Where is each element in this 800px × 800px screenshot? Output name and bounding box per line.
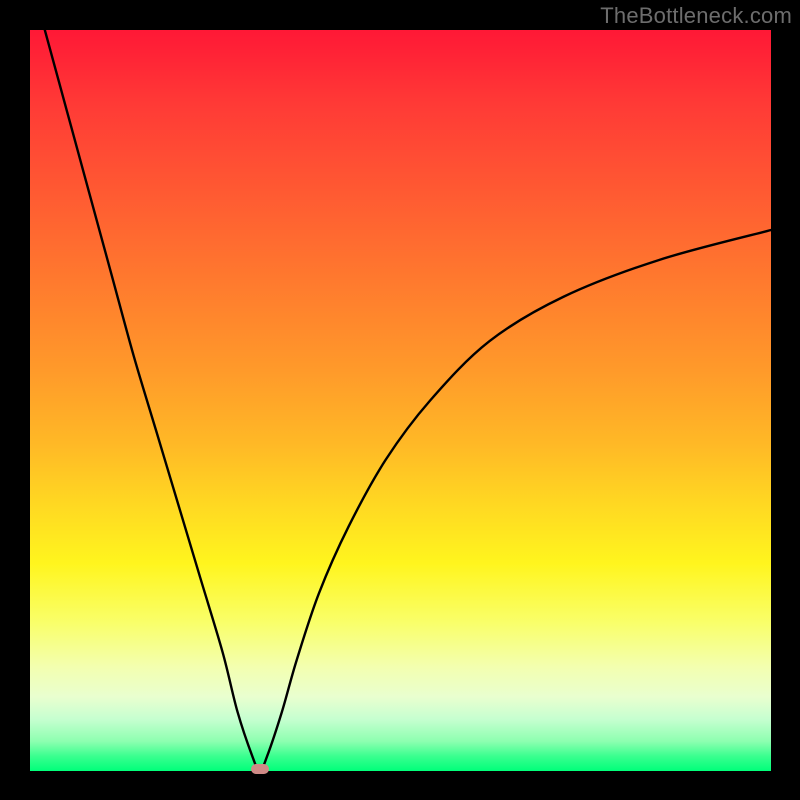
curve-minimum-marker — [251, 764, 269, 774]
plot-area — [30, 30, 771, 771]
bottleneck-curve — [30, 30, 771, 771]
watermark-text: TheBottleneck.com — [600, 3, 792, 29]
chart-frame: TheBottleneck.com — [0, 0, 800, 800]
